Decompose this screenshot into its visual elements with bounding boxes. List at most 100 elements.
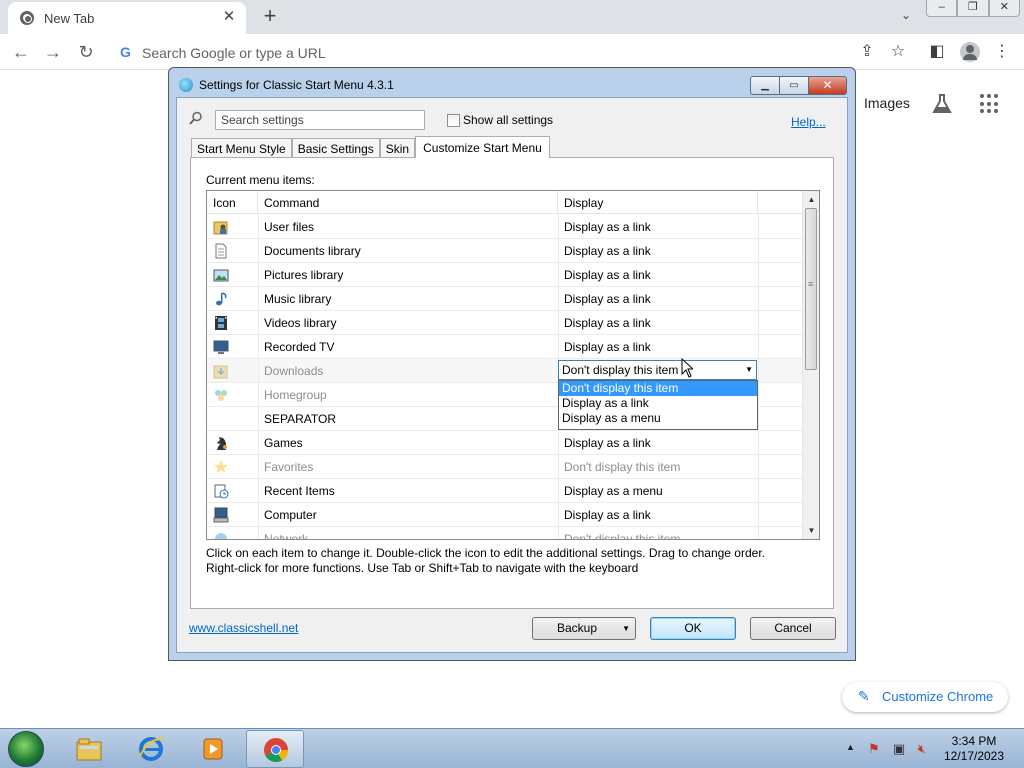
scroll-thumb[interactable] [805,208,817,370]
dropdown-option-display-menu[interactable]: Display as a menu [559,411,757,426]
labs-flask-icon[interactable] [930,92,954,116]
show-all-settings-label[interactable]: Show all settings [463,113,553,127]
side-panel-icon[interactable]: ◧ [928,43,946,61]
profile-avatar[interactable] [960,42,980,62]
row-display[interactable]: Display as a link [564,508,651,522]
row-display[interactable]: Display as a menu [564,484,663,498]
row-display[interactable]: Display as a link [564,436,651,450]
tab-start-menu-style[interactable]: Start Menu Style [191,138,292,158]
taskbar-internet-explorer[interactable] [122,730,180,768]
row-display[interactable]: Don't display this item [564,460,680,474]
address-bar[interactable]: G Search Google or type a URL [110,37,844,67]
tray-show-hidden-icon[interactable]: ▲ [846,742,855,752]
row-command: Recorded TV [264,340,335,354]
row-display[interactable]: Display as a link [564,340,651,354]
new-tab-button[interactable]: + [258,4,282,28]
row-command: SEPARATOR [264,412,337,426]
tab-basic-settings[interactable]: Basic Settings [291,138,380,158]
tab-close-icon[interactable]: ✕ [220,8,238,26]
start-button[interactable] [8,731,44,767]
row-command: Computer [264,508,317,522]
network-tray-icon[interactable]: ▣ [891,741,907,757]
ok-button[interactable]: OK [650,617,736,640]
menu-items-list[interactable]: Icon Command Display User files Display … [206,190,820,540]
browser-menu-icon[interactable]: ⋮ [993,43,1011,61]
row-display[interactable]: Don't display this item [564,532,680,539]
checkbox-box[interactable] [447,114,460,127]
row-command: Games [264,436,303,450]
settings-dialog: Settings for Classic Start Menu 4.3.1 ▁ … [168,67,856,661]
action-center-flag-icon[interactable]: ⚑ [866,741,882,757]
bookmark-star-icon[interactable]: ☆ [889,43,907,61]
cancel-button[interactable]: Cancel [750,617,836,640]
ntp-images-link[interactable]: Images [864,95,910,111]
list-item[interactable]: Games Display as a link [207,431,802,455]
forward-arrow-icon[interactable]: → [42,41,64,63]
customize-chrome-button[interactable]: ✎ Customize Chrome [842,682,1008,712]
google-g-icon: G [120,44,131,60]
taskbar-chrome[interactable] [246,730,304,768]
share-icon[interactable]: ⇪ [858,43,876,61]
combo-dropdown-arrow-icon[interactable]: ▼ [745,365,753,374]
list-item[interactable]: User files Display as a link [207,215,802,239]
volume-muted-icon[interactable]: 🔇︎ [914,741,930,757]
scroll-up-arrow-icon[interactable]: ▲ [803,191,819,208]
list-item[interactable]: Documents library Display as a link [207,239,802,263]
instructions-line-1: Click on each item to change it. Double-… [206,546,765,560]
taskbar-explorer[interactable] [60,730,118,768]
google-apps-grid-icon[interactable] [980,94,1000,114]
tab-customize-start-menu[interactable]: Customize Start Menu [415,136,550,158]
dialog-maximize-button[interactable]: ▭ [779,76,808,95]
classicshell-website-link[interactable]: www.classicshell.net [189,621,298,635]
row-display[interactable]: Display as a link [564,268,651,282]
dialog-window-controls: ▁ ▭ ✕ [750,76,847,95]
browser-tab[interactable]: New Tab ✕ [8,2,246,34]
reload-icon[interactable]: ↻ [75,41,97,63]
list-item[interactable]: Videos library Display as a link [207,311,802,335]
list-item[interactable]: Favorites Don't display this item [207,455,802,479]
display-combo-box[interactable]: Don't display this item ▼ [558,360,757,380]
dropdown-option-dont-display[interactable]: Don't display this item [559,381,757,396]
current-menu-items-label: Current menu items: [206,173,315,187]
dialog-close-button[interactable]: ✕ [808,76,847,95]
list-item[interactable]: Recent Items Display as a menu [207,479,802,503]
back-arrow-icon[interactable]: ← [10,41,32,63]
list-item[interactable]: Computer Display as a link [207,503,802,527]
column-header-command[interactable]: Command [258,191,558,214]
help-link[interactable]: Help... [791,115,826,129]
row-command: Videos library [264,316,337,330]
row-display[interactable]: Display as a link [564,220,651,234]
instructions-text: Click on each item to change it. Double-… [206,546,826,576]
chrome-icon [264,738,288,763]
dialog-title: Settings for Classic Start Menu 4.3.1 [199,78,394,92]
row-command: Downloads [264,364,324,378]
column-header-display[interactable]: Display [558,191,758,214]
list-vertical-scrollbar[interactable]: ▲ ▼ [802,191,819,539]
row-display[interactable]: Display as a link [564,316,651,330]
music-note-icon [216,292,227,306]
search-settings-input[interactable]: Search settings [215,110,425,130]
taskbar-media-player[interactable] [184,730,242,768]
taskbar-clock[interactable]: 3:34 PM 12/17/2023 [936,734,1012,764]
close-window-button[interactable]: ✕ [988,0,1020,17]
restore-window-button[interactable]: ❐ [957,0,989,17]
classic-shell-icon [179,78,193,92]
row-display[interactable]: Display as a link [564,244,651,258]
list-item[interactable]: Recorded TV Display as a link [207,335,802,359]
list-item[interactable]: Music library Display as a link [207,287,802,311]
row-command: Pictures library [264,268,344,282]
dropdown-option-display-link[interactable]: Display as a link [559,396,757,411]
tab-search-chevron-icon[interactable]: ⌄ [896,8,916,26]
column-header-icon[interactable]: Icon [207,191,258,214]
tab-skin[interactable]: Skin [379,138,416,158]
backup-label: Backup [557,621,598,635]
scroll-down-arrow-icon[interactable]: ▼ [803,522,819,539]
minimize-window-button[interactable]: – [926,0,958,17]
windows-taskbar: ▲ ⚑ ▣ 🔇︎ 3:34 PM 12/17/2023 [0,728,1024,768]
list-item[interactable]: Pictures library Display as a link [207,263,802,287]
row-display[interactable]: Display as a link [564,292,651,306]
list-item[interactable]: Network Don't display this item [207,527,802,539]
backup-button[interactable]: Backup ▼ [532,617,636,640]
dialog-minimize-button[interactable]: ▁ [750,76,779,95]
list-header: Icon Command Display [207,191,802,214]
